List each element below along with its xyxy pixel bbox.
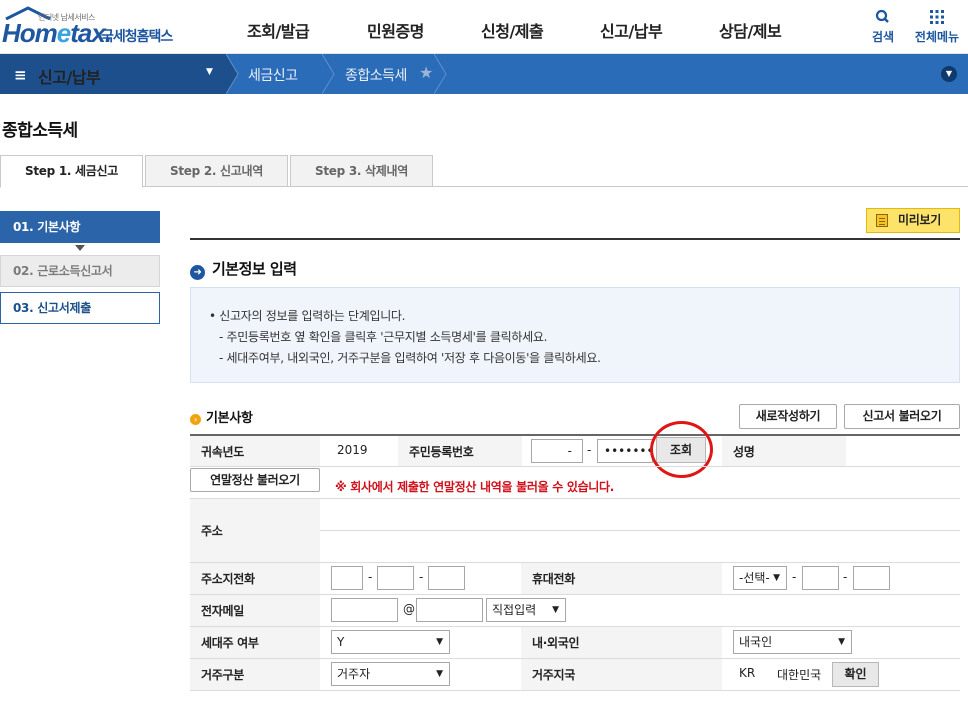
side-step-submit[interactable]: 03. 신고서제출 xyxy=(0,292,160,324)
nationality-select[interactable]: 내국인 ▼ xyxy=(733,630,852,654)
grid-menu-icon xyxy=(930,10,944,24)
nav-certificates[interactable]: 민원증명 xyxy=(367,18,424,42)
search-icon xyxy=(875,9,889,23)
step-arrow-icon xyxy=(75,245,85,251)
row-divider xyxy=(320,530,960,531)
load-report-button[interactable]: 신고서 불러오기 xyxy=(844,404,960,429)
all-menu-button[interactable]: 전체메뉴 xyxy=(911,8,963,45)
email-domain-input[interactable] xyxy=(416,598,483,622)
search-button[interactable]: 검색 xyxy=(868,8,898,45)
logo-brand: Hometax. xyxy=(2,18,112,48)
phone-dash: - xyxy=(419,570,424,584)
householder-label: 세대주 여부 xyxy=(201,636,259,650)
rrn-dash: - xyxy=(587,443,592,457)
country-label: 거주지국 xyxy=(532,668,575,682)
country-code: KR xyxy=(739,666,756,680)
expand-circle-icon[interactable]: ▼ xyxy=(941,66,957,82)
name-label: 성명 xyxy=(733,445,755,459)
favorite-star-icon[interactable]: ★ xyxy=(419,63,433,82)
rrn-label: 주민등록번호 xyxy=(409,445,474,459)
addr-phone-mid-input[interactable] xyxy=(377,566,414,590)
basic-info-heading: › 기본사항 xyxy=(190,407,253,426)
email-at: @ xyxy=(403,602,415,616)
search-label: 검색 xyxy=(871,30,895,44)
step-tabs: Step 1. 세금신고 Step 2. 신고내역 Step 3. 삭제내역 xyxy=(0,155,968,188)
info-line: - 세대주여부, 내외국인, 거주구분을 입력하여 '저장 후 다음이동'을 클… xyxy=(219,351,601,365)
year-value: 2019 xyxy=(337,443,368,457)
row-divider xyxy=(190,466,960,467)
preview-label: 미리보기 xyxy=(898,213,941,227)
location-bar: ≡ 신고/납부 ▼ 세금신고 종합소득세 ★ ▼ xyxy=(0,54,968,94)
phone-dash: - xyxy=(843,570,848,584)
chevron-separator-icon xyxy=(226,54,239,94)
nav-consult-report[interactable]: 상담/제보 xyxy=(719,18,782,42)
location-main-label: 신고/납부 xyxy=(38,68,101,87)
country-confirm-button[interactable]: 확인 xyxy=(832,662,879,687)
email-label: 전자메일 xyxy=(201,604,244,618)
location-main-dropdown[interactable]: ≡ 신고/납부 ▼ xyxy=(0,54,226,94)
row-divider xyxy=(190,690,960,691)
info-box: • 신고자의 정보를 입력하는 단계입니다. - 주민등록번호 옆 확인을 클릭… xyxy=(190,287,960,383)
hamburger-icon: ≡ xyxy=(14,66,27,84)
mobile-label: 휴대전화 xyxy=(532,572,575,586)
nav-report-pay[interactable]: 신고/납부 xyxy=(600,18,663,42)
side-step-basic[interactable]: 01. 기본사항 xyxy=(0,211,160,243)
dropdown-arrow-icon: ▼ xyxy=(436,669,443,679)
load-yearend-button[interactable]: 연말정산 불러오기 xyxy=(190,468,320,492)
address-label: 주소 xyxy=(201,524,223,538)
addr-phone-area-input[interactable] xyxy=(331,566,363,590)
householder-select[interactable]: Y ▼ xyxy=(331,630,450,654)
dropdown-arrow-icon: ▼ xyxy=(773,573,780,583)
new-write-button[interactable]: 새로작성하기 xyxy=(739,404,837,429)
chevron-separator-icon xyxy=(322,54,335,94)
dropdown-arrow-icon: ▼ xyxy=(206,67,213,77)
dropdown-arrow-icon: ▼ xyxy=(838,637,845,647)
dropdown-arrow-icon: ▼ xyxy=(552,605,559,615)
breadcrumb-tax-report[interactable]: 세금신고 xyxy=(248,65,298,85)
highlight-circle xyxy=(650,421,713,478)
rrn-back-input[interactable]: ••••••• xyxy=(597,439,654,463)
bullet-arrow-icon: › xyxy=(190,414,201,425)
email-id-input[interactable] xyxy=(331,598,398,622)
residence-label: 거주구분 xyxy=(201,668,244,682)
year-label: 귀속년도 xyxy=(201,445,244,459)
dropdown-arrow-icon: ▼ xyxy=(436,637,443,647)
phone-dash: - xyxy=(368,570,373,584)
addr-phone-last-input[interactable] xyxy=(428,566,465,590)
email-domain-select[interactable]: 직접입력 ▼ xyxy=(486,598,566,622)
tab-step2[interactable]: Step 2. 신고내역 xyxy=(145,155,288,187)
residence-select[interactable]: 거주자 ▼ xyxy=(331,662,450,686)
rrn-front-input[interactable]: - xyxy=(531,439,583,463)
breadcrumb-income-tax[interactable]: 종합소득세 xyxy=(345,65,407,85)
chevron-separator-icon xyxy=(434,54,447,94)
yearend-notice: ※ 회사에서 제출한 연말정산 내역을 불러올 수 있습니다. xyxy=(335,480,615,494)
document-icon xyxy=(876,214,888,227)
preview-button[interactable]: 미리보기 xyxy=(866,208,960,233)
nav-apply-submit[interactable]: 신청/제출 xyxy=(481,18,544,42)
logo-name: 국세청홈택스 xyxy=(101,29,173,45)
tab-step3[interactable]: Step 3. 삭제내역 xyxy=(290,155,433,187)
nav-inquiry-issue[interactable]: 조회/발급 xyxy=(247,18,310,42)
info-line: • 신고자의 정보를 입력하는 단계입니다. xyxy=(209,309,406,323)
mobile-mid-input[interactable] xyxy=(802,566,839,590)
all-menu-label: 전체메뉴 xyxy=(914,30,960,44)
info-line: - 주민등록번호 옆 확인을 클릭후 '근무지별 소득명세'를 클릭하세요. xyxy=(219,330,548,344)
addr-phone-label: 주소지전화 xyxy=(201,572,255,586)
section-title: ➜ 기본정보 입력 xyxy=(190,258,297,280)
mobile-last-input[interactable] xyxy=(853,566,890,590)
content-divider xyxy=(190,238,960,240)
phone-dash: - xyxy=(792,570,797,584)
page-title: 종합소득세 xyxy=(2,121,78,141)
tab-step1[interactable]: Step 1. 세금신고 xyxy=(0,155,143,188)
nationality-label: 내·외국인 xyxy=(532,636,580,650)
arrow-circle-icon: ➜ xyxy=(190,265,205,280)
hometax-logo[interactable]: 인터넷 납세서비스 Hometax. 국세청홈택스 xyxy=(0,4,185,50)
top-header: 인터넷 납세서비스 Hometax. 국세청홈택스 조회/발급 민원증명 신청/… xyxy=(0,0,968,54)
mobile-prefix-select[interactable]: -선택- ▼ xyxy=(733,566,787,590)
country-name: 대한민국 xyxy=(777,668,822,682)
side-step-earned-income[interactable]: 02. 근로소득신고서 xyxy=(0,255,160,287)
